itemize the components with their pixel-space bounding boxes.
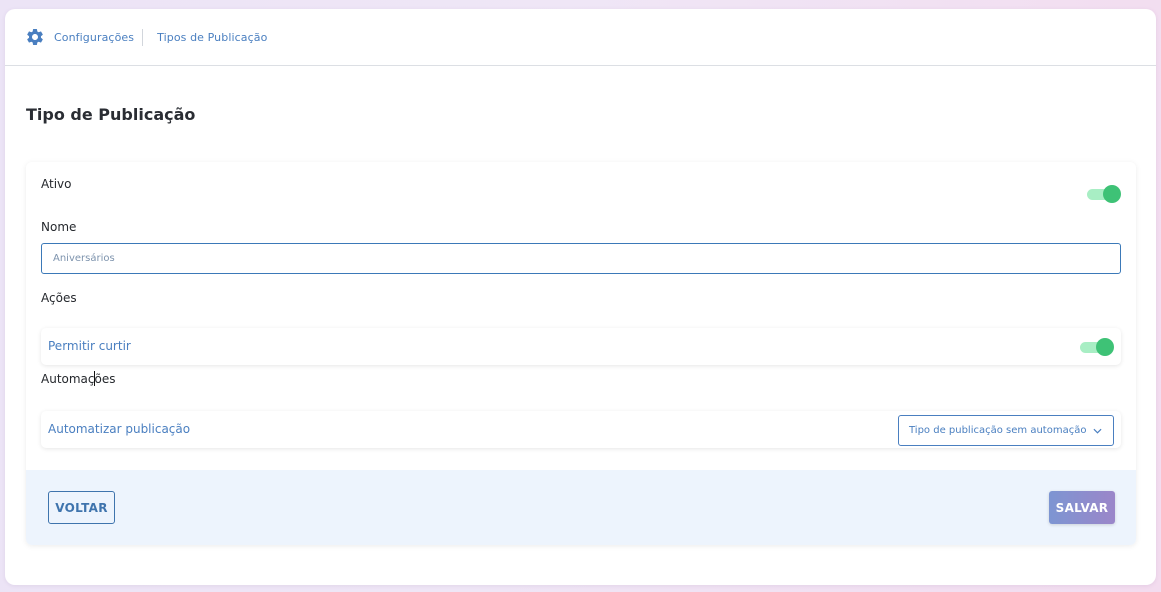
allow-like-toggle[interactable] bbox=[1080, 338, 1114, 356]
active-label: Ativo bbox=[41, 177, 72, 191]
breadcrumb: Configurações Tipos de Publicação bbox=[5, 9, 1156, 66]
automate-label: Automatizar publicação bbox=[48, 422, 191, 436]
breadcrumb-item-settings[interactable]: Configurações bbox=[54, 31, 134, 44]
form-footer: VOLTAR SALVAR bbox=[26, 470, 1136, 545]
text-cursor bbox=[94, 371, 95, 386]
automation-select-value: Tipo de publicação sem automação bbox=[909, 425, 1087, 436]
automation-select[interactable]: Tipo de publicação sem automação bbox=[898, 415, 1114, 446]
actions-label: Ações bbox=[41, 291, 77, 305]
chevron-down-icon bbox=[1093, 428, 1102, 434]
allow-like-row: Permitir curtir bbox=[41, 328, 1121, 365]
main-panel: Configurações Tipos de Publicação Tipo d… bbox=[5, 9, 1156, 585]
back-button[interactable]: VOLTAR bbox=[48, 491, 115, 524]
active-toggle[interactable] bbox=[1087, 185, 1121, 203]
save-button[interactable]: SALVAR bbox=[1049, 491, 1115, 524]
automations-label: Automações bbox=[41, 372, 116, 386]
active-toggle-knob bbox=[1103, 185, 1121, 203]
gear-icon bbox=[25, 27, 45, 47]
automate-row: Automatizar publicação Tipo de publicaçã… bbox=[41, 411, 1121, 448]
allow-like-toggle-knob bbox=[1096, 338, 1114, 356]
form-card: Ativo Nome Ações Permitir curtir Automaç… bbox=[26, 162, 1136, 545]
page-title: Tipo de Publicação bbox=[26, 105, 196, 124]
breadcrumb-item-publication-types[interactable]: Tipos de Publicação bbox=[157, 31, 267, 44]
allow-like-label: Permitir curtir bbox=[48, 339, 131, 353]
name-label: Nome bbox=[41, 220, 77, 234]
name-input[interactable] bbox=[41, 243, 1121, 274]
breadcrumb-divider bbox=[142, 28, 144, 46]
